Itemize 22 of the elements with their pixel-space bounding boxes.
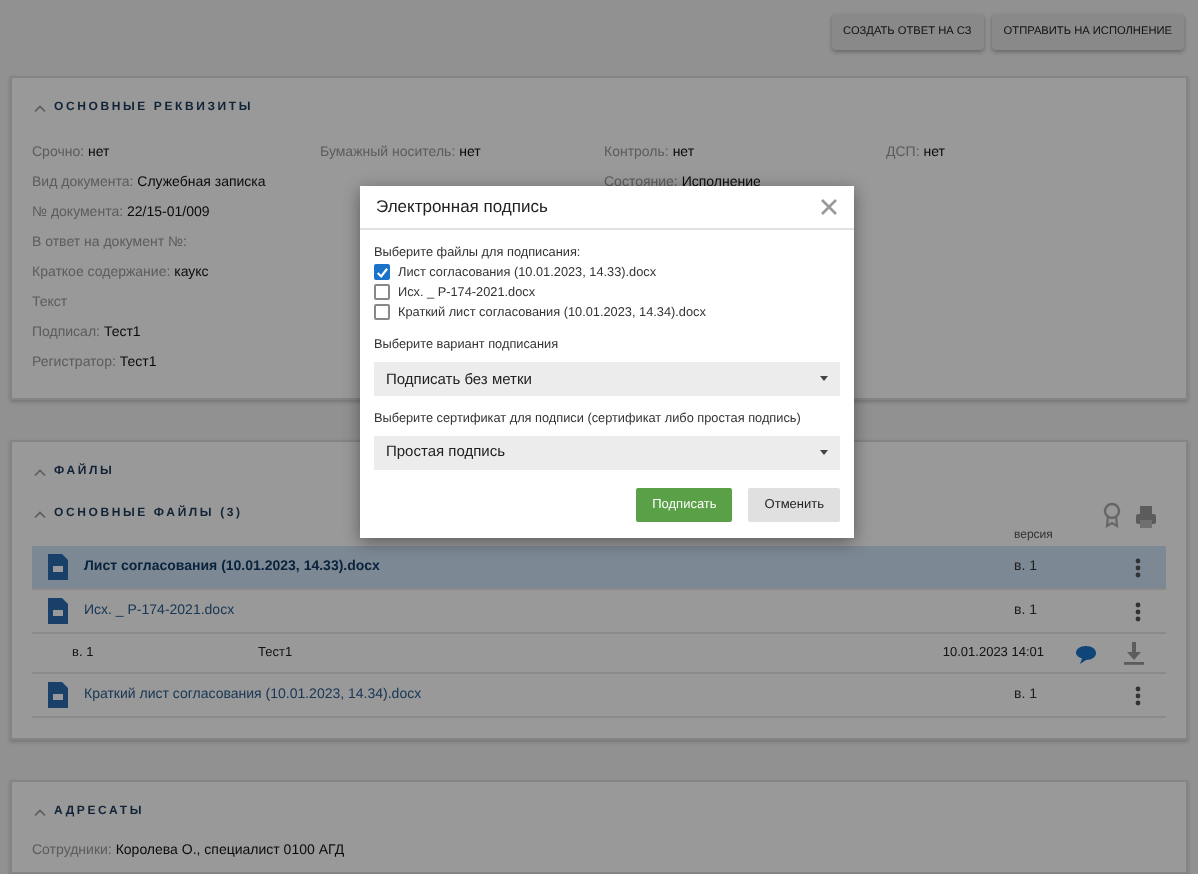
comment-icon[interactable] [1076,643,1096,664]
dialog-title: Электронная подпись [376,194,548,220]
document-icon [48,554,68,581]
document-icon [48,598,68,625]
chevron-up-icon[interactable] [32,510,48,521]
close-icon[interactable] [820,197,838,216]
certificate-icon[interactable] [1102,502,1122,529]
caret-icon [820,449,828,456]
more-options-icon[interactable] [1134,685,1142,706]
checkbox[interactable] [374,284,390,301]
more-options-icon[interactable] [1134,601,1142,622]
download-icon[interactable] [1124,641,1144,666]
chevron-up-icon[interactable] [32,808,48,819]
chevron-up-icon[interactable] [32,104,48,115]
printer-icon[interactable] [1134,503,1158,528]
check-icon [376,265,388,280]
chevron-up-icon[interactable] [32,468,48,479]
checkbox[interactable] [374,304,390,321]
document-icon [48,682,68,709]
checkbox[interactable] [374,264,390,281]
more-options-icon[interactable] [1134,557,1142,578]
caret-icon [820,375,828,382]
